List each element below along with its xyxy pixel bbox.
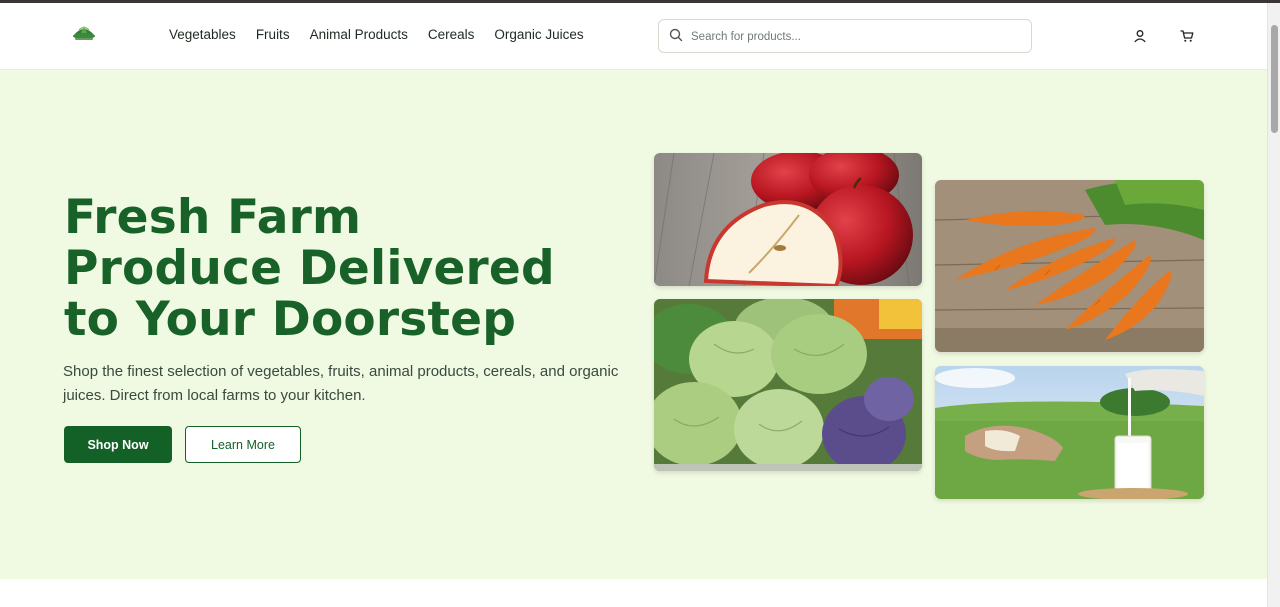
hero-title: Fresh Farm Produce Delivered to Your Doo… [64, 190, 555, 347]
search-input[interactable] [691, 26, 1021, 48]
site-header: Vegetables Fruits Animal Products Cereal… [0, 3, 1267, 70]
nav-organic-juices[interactable]: Organic Juices [494, 27, 583, 42]
cart-icon[interactable] [1180, 29, 1194, 43]
hero-subtitle: Shop the finest selection of vegetables,… [63, 363, 619, 404]
nav-fruits[interactable]: Fruits [256, 27, 290, 42]
nav-cereals[interactable]: Cereals [428, 27, 475, 42]
search-icon [669, 28, 683, 42]
learn-more-button[interactable]: Learn More [185, 426, 301, 463]
scrollbar-thumb[interactable] [1271, 25, 1278, 133]
milk-and-cow-image [935, 366, 1204, 499]
scrollbar[interactable] [1267, 3, 1280, 607]
carrots-image [935, 180, 1204, 352]
nav-animal-products[interactable]: Animal Products [310, 27, 408, 42]
shop-now-button[interactable]: Shop Now [64, 426, 172, 463]
page: Vegetables Fruits Animal Products Cereal… [0, 3, 1267, 607]
search-box [658, 19, 1032, 53]
farm-logo-icon[interactable] [70, 21, 98, 45]
cabbage-image [654, 299, 922, 471]
hero-section: Fresh Farm Produce Delivered to Your Doo… [0, 70, 1267, 579]
nav-vegetables[interactable]: Vegetables [169, 27, 236, 42]
apples-image [654, 153, 922, 286]
user-icon[interactable] [1133, 29, 1147, 43]
main-nav: Vegetables Fruits Animal Products Cereal… [169, 27, 604, 42]
